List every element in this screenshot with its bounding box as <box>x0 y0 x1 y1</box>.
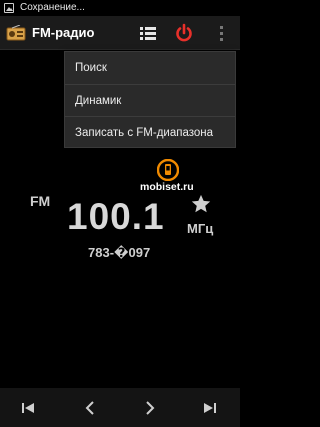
menu-item-search[interactable]: Поиск <box>65 52 235 84</box>
overflow-icon[interactable] <box>214 21 230 45</box>
skip-next-icon[interactable] <box>200 398 220 418</box>
list-icon[interactable] <box>136 21 160 45</box>
status-bar: Сохранение... <box>0 0 240 16</box>
image-icon <box>4 3 14 13</box>
watermark-text: mobiset.ru <box>140 181 194 193</box>
menu-item-speaker[interactable]: Динамик <box>65 84 235 116</box>
skip-previous-icon[interactable] <box>18 398 38 418</box>
star-icon[interactable] <box>190 193 212 215</box>
status-text: Сохранение... <box>20 2 85 13</box>
unit-label: МГц <box>187 221 214 236</box>
app-title: FM-радио <box>32 25 95 40</box>
action-bar: FM-радио <box>0 16 240 50</box>
frequency-display: 100.1 <box>67 196 165 237</box>
band-label: FM <box>30 193 51 209</box>
radio-icon <box>6 25 26 41</box>
overflow-menu: Поиск Динамик Записать с FM-диапазона <box>64 51 236 148</box>
power-icon[interactable] <box>172 21 196 45</box>
watermark-logo-icon <box>157 159 179 181</box>
playback-controls <box>0 388 240 427</box>
previous-icon[interactable] <box>80 398 100 418</box>
menu-item-record[interactable]: Записать с FM-диапазона <box>65 116 235 148</box>
rds-text: 783-�097 <box>88 245 151 260</box>
next-icon[interactable] <box>140 398 160 418</box>
